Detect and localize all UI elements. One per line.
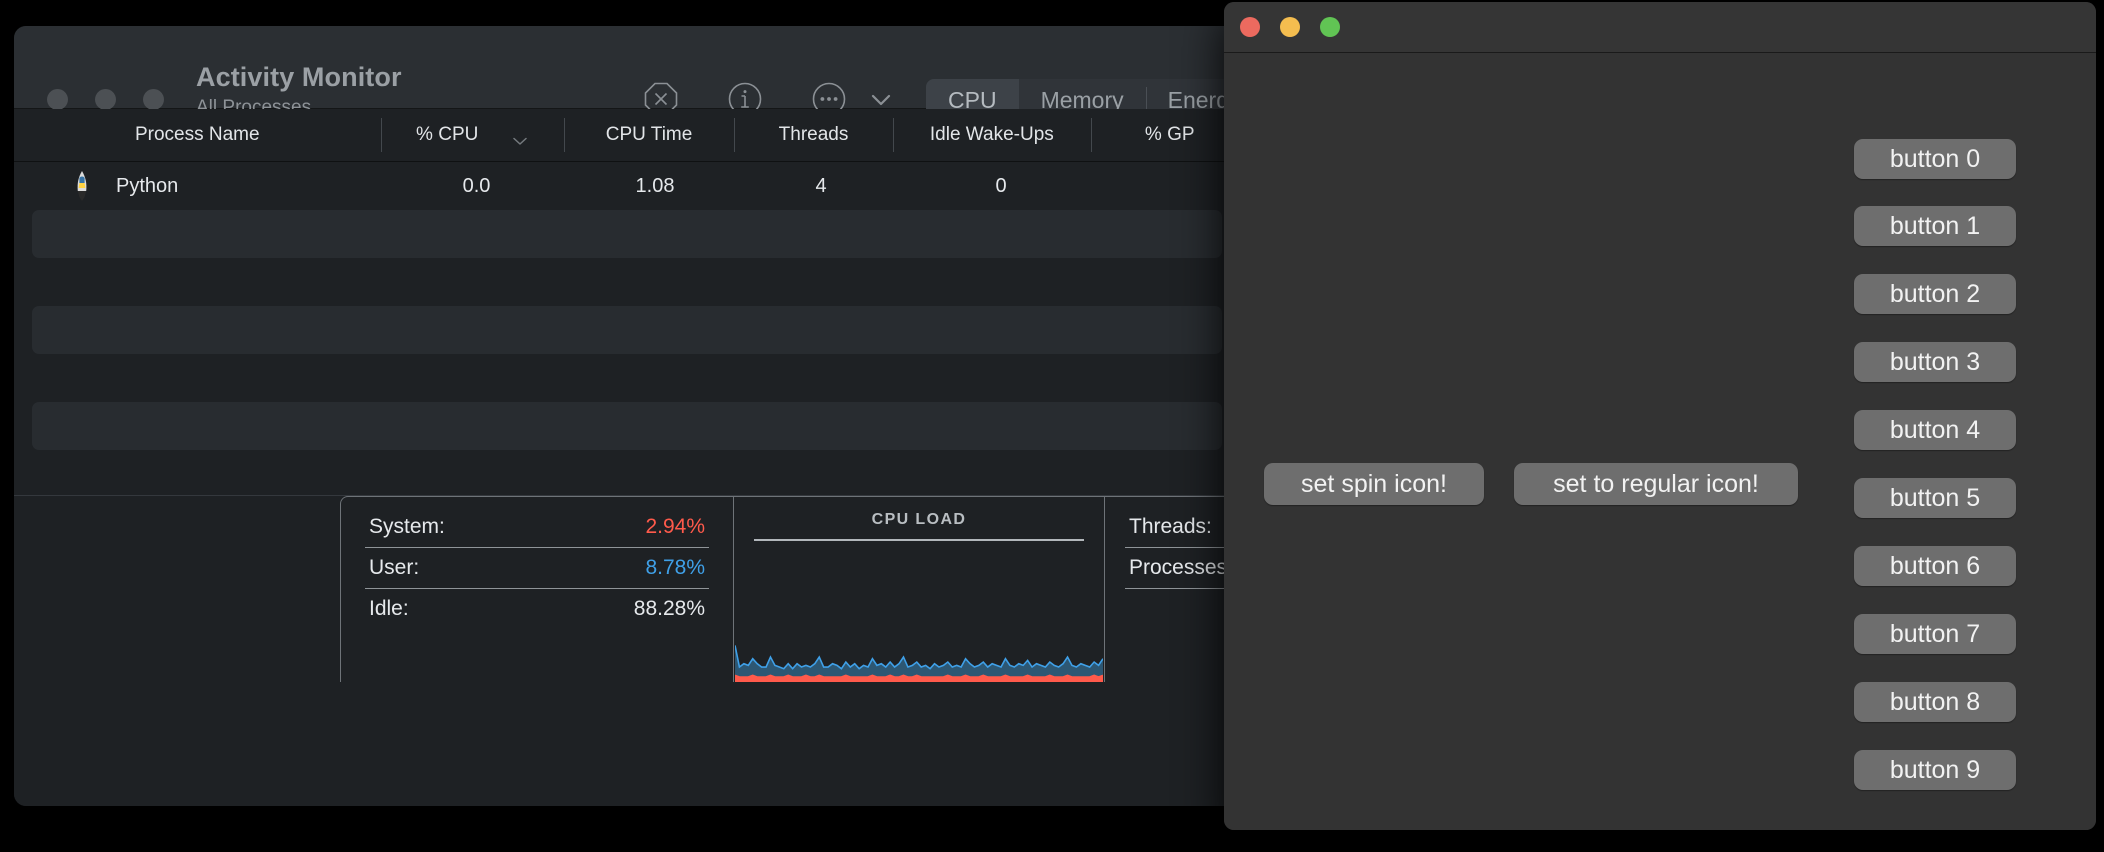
button-1[interactable]: button 1: [1854, 206, 2016, 246]
stat-label-threads: Threads:: [1129, 515, 1212, 538]
process-name-text: Python: [116, 174, 179, 197]
stat-row-user: User: 8.78%: [365, 548, 709, 589]
column-header-cpu-percent-label: % CPU: [416, 124, 479, 145]
table-row[interactable]: Python 0.0 1.08 4 0: [32, 162, 1222, 210]
stat-row-idle: Idle: 88.28%: [365, 589, 709, 630]
am-close-button[interactable]: [47, 89, 68, 110]
system-counts: Threads: Processes:: [1105, 497, 1240, 682]
cell-threads: 4: [815, 174, 827, 197]
tk-window-body: button 0 button 1 button 2 button 3 butt…: [1224, 53, 2096, 830]
button-7[interactable]: button 7: [1854, 614, 2016, 654]
set-regular-icon-button[interactable]: set to regular icon!: [1514, 463, 1798, 505]
cpu-stats-panel: System: 2.94% User: 8.78% Idle: 88.28% C…: [340, 496, 1240, 682]
desktop-background: Activity Monitor All Processes CPU Memor…: [0, 0, 2104, 852]
table-row[interactable]: [32, 450, 1222, 498]
stat-row-threads: Threads:: [1125, 507, 1240, 548]
table-row[interactable]: [32, 402, 1222, 450]
cpu-load-chart: [735, 618, 1103, 682]
button-3[interactable]: button 3: [1854, 342, 2016, 382]
stat-row-system: System: 2.94%: [365, 507, 709, 548]
chevron-down-icon: [512, 130, 528, 145]
activity-monitor-window: Activity Monitor All Processes CPU Memor…: [14, 26, 1240, 806]
cell-cpu-time: 1.08: [635, 174, 675, 197]
cpu-load-divider: [754, 539, 1084, 541]
stat-row-processes: Processes:: [1125, 548, 1240, 589]
column-header-process-name[interactable]: Process Name: [14, 109, 381, 161]
column-header-idle-wake-ups[interactable]: Idle Wake-Ups: [892, 109, 1091, 161]
tk-minimize-button[interactable]: [1280, 17, 1300, 37]
am-zoom-button[interactable]: [143, 89, 164, 110]
cpu-load-graph-panel: CPU LOAD: [733, 497, 1105, 682]
table-row[interactable]: [32, 306, 1222, 354]
cell-cpu-percent: 0.0: [462, 174, 491, 197]
cell-process-name: Python: [32, 171, 384, 201]
tk-app-window: button 0 button 1 button 2 button 3 butt…: [1224, 2, 2096, 830]
column-header-gpu-percent[interactable]: % GP: [1090, 109, 1240, 161]
tk-close-button[interactable]: [1240, 17, 1260, 37]
column-header-threads[interactable]: Threads: [734, 109, 893, 161]
table-row[interactable]: [32, 258, 1222, 306]
button-0[interactable]: button 0: [1854, 139, 2016, 179]
stat-value-user: 8.78%: [645, 556, 705, 579]
table-row[interactable]: [32, 210, 1222, 258]
button-5[interactable]: button 5: [1854, 478, 2016, 518]
am-minimize-button[interactable]: [95, 89, 116, 110]
stat-label-user: User:: [369, 556, 420, 579]
am-traffic-lights: [47, 89, 164, 110]
table-row[interactable]: [32, 354, 1222, 402]
tk-titlebar: [1224, 2, 2096, 53]
set-spin-icon-button[interactable]: set spin icon!: [1264, 463, 1484, 505]
stat-label-idle: Idle:: [369, 597, 409, 620]
column-header-cpu-percent[interactable]: % CPU: [380, 109, 564, 161]
stat-value-idle: 88.28%: [633, 597, 705, 620]
cpu-load-title: CPU LOAD: [871, 511, 967, 528]
stat-label-processes: Processes:: [1129, 556, 1233, 579]
column-header-cpu-time[interactable]: CPU Time: [563, 109, 734, 161]
stat-value-system: 2.94%: [645, 515, 705, 538]
activity-monitor-titlebar: Activity Monitor All Processes CPU Memor…: [14, 26, 1240, 121]
cpu-usage-stats: System: 2.94% User: 8.78% Idle: 88.28%: [341, 497, 733, 682]
tk-zoom-button[interactable]: [1320, 17, 1340, 37]
python-rocket-icon: [70, 171, 94, 201]
cell-idle-wake-ups: 0: [995, 174, 1007, 197]
stat-label-system: System:: [369, 515, 445, 538]
process-table-header: Process Name % CPU CPU Time Threads Idle…: [14, 109, 1240, 162]
tk-traffic-lights: [1240, 17, 1340, 37]
button-9[interactable]: button 9: [1854, 750, 2016, 790]
button-2[interactable]: button 2: [1854, 274, 2016, 314]
button-4[interactable]: button 4: [1854, 410, 2016, 450]
button-6[interactable]: button 6: [1854, 546, 2016, 586]
button-8[interactable]: button 8: [1854, 682, 2016, 722]
process-table-body[interactable]: Python 0.0 1.08 4 0: [14, 162, 1240, 550]
am-bottom-panel: System: 2.94% User: 8.78% Idle: 88.28% C…: [14, 495, 1240, 806]
page-title: Activity Monitor: [196, 62, 402, 92]
